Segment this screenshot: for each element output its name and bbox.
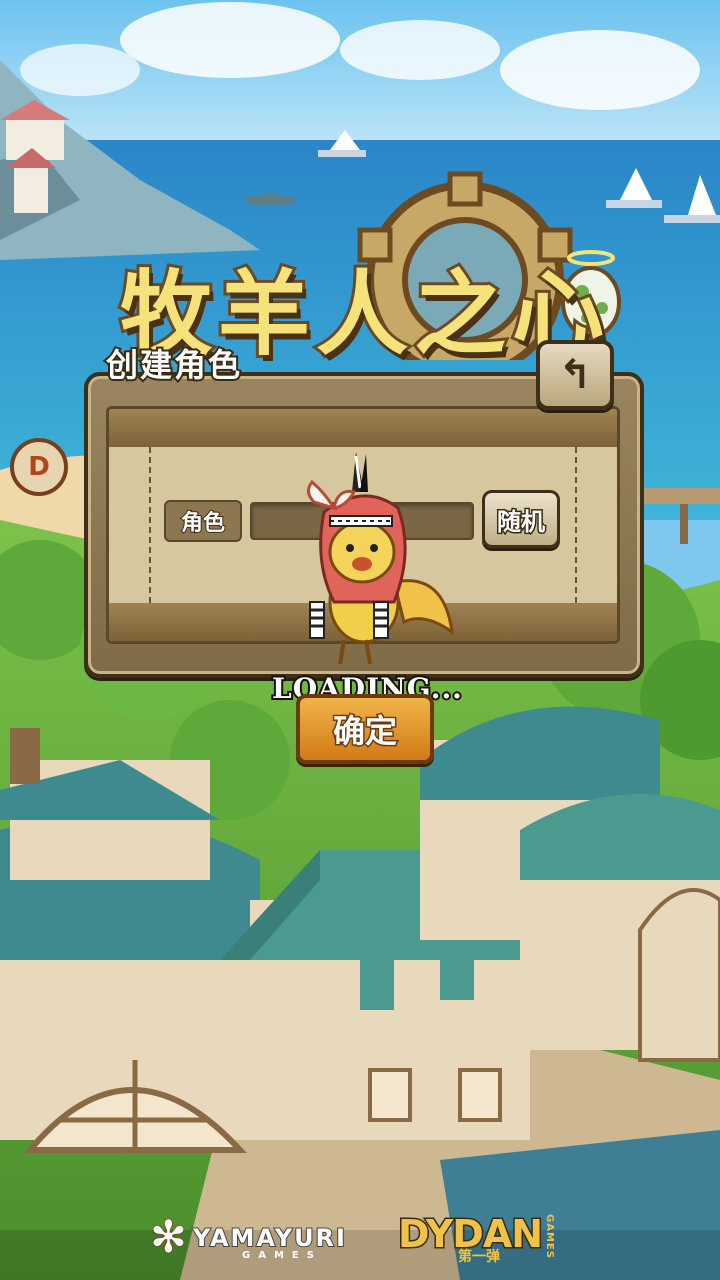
- publisher-sub: GAMES: [242, 1250, 322, 1261]
- developer-logo: DYDAN 第一弹 GAMES: [396, 1208, 578, 1268]
- developer-sub: GAMES: [544, 1214, 555, 1259]
- panel-title: 创建角色: [104, 344, 243, 386]
- back-button[interactable]: ↰: [536, 340, 614, 410]
- dashed-divider-left: [149, 447, 151, 603]
- side-badge-icon[interactable]: D: [10, 438, 68, 496]
- undo-arrow-icon: ↰: [558, 352, 592, 398]
- confirm-button[interactable]: 确定: [296, 694, 434, 764]
- panel-top-strip: [109, 409, 617, 447]
- snowflake-flower-icon: ✻: [150, 1212, 187, 1263]
- random-name-button[interactable]: 随机: [482, 490, 560, 548]
- character-sprite: [307, 452, 454, 665]
- dashed-divider-right: [575, 447, 577, 603]
- role-label: 角色: [164, 500, 242, 542]
- publisher-logo: ✻ YAMAYURI GAMES: [150, 1210, 370, 1266]
- developer-cn-name: 第一弹: [458, 1249, 500, 1265]
- publisher-name: YAMAYURI: [192, 1223, 347, 1253]
